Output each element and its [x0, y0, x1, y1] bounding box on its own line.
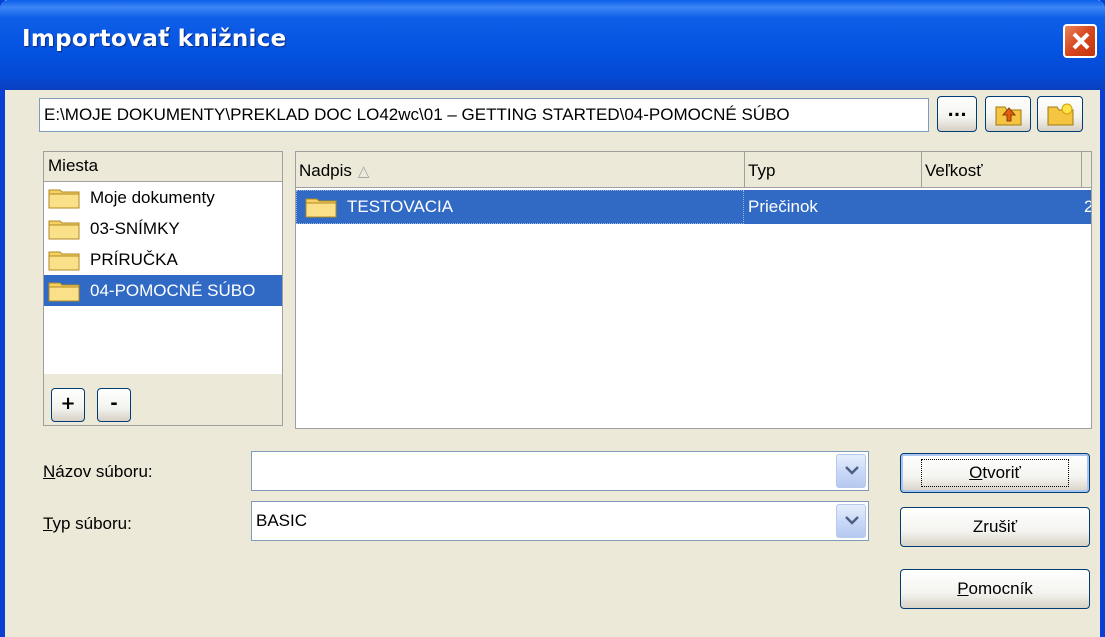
places-footer: + -	[44, 374, 282, 425]
column-header-name[interactable]: Nadpis △	[296, 152, 745, 188]
place-label: PRÍRUČKA	[90, 249, 178, 269]
file-name: TESTOVACIA	[347, 197, 454, 216]
new-folder-icon	[1047, 103, 1074, 126]
place-item-moje-dokumenty[interactable]: Moje dokumenty	[44, 182, 282, 213]
help-button[interactable]: Pomocník	[900, 569, 1090, 609]
browse-button[interactable]: ...	[937, 96, 977, 132]
places-header: Miesta	[44, 152, 282, 182]
title-bar[interactable]: Importovať knižnice	[0, 0, 1105, 90]
file-name-cell: TESTOVACIA	[296, 190, 744, 224]
open-button[interactable]: Otvoriť	[900, 453, 1090, 493]
folder-icon	[48, 187, 80, 209]
folder-icon	[305, 196, 337, 218]
folder-icon	[48, 218, 80, 240]
folder-up-button[interactable]	[985, 96, 1031, 132]
filename-dropdown-button[interactable]	[836, 454, 866, 488]
folder-up-icon	[995, 106, 1022, 126]
folder-icon	[48, 280, 80, 302]
add-place-button[interactable]: +	[51, 388, 85, 422]
place-label: Moje dokumenty	[90, 187, 215, 207]
chevron-down-icon	[845, 466, 859, 475]
column-header-date[interactable]	[1082, 152, 1091, 188]
filetype-label: Typ súboru:	[43, 514, 132, 533]
sort-ascending-icon: △	[357, 163, 370, 180]
folder-icon	[48, 249, 80, 271]
cancel-button[interactable]: Zrušiť	[900, 507, 1090, 547]
dialog-body: E:\MOJE DOKUMENTY\PREKLAD DOC LO42wc\01 …	[5, 90, 1100, 637]
file-type: Priečinok	[748, 197, 818, 216]
column-header-size[interactable]: Veľkosť	[922, 152, 1082, 188]
filetype-combobox[interactable]: BASIC	[251, 501, 869, 541]
filename-combobox[interactable]	[251, 451, 869, 491]
remove-place-button[interactable]: -	[97, 388, 131, 422]
import-libraries-dialog: Importovať knižnice E:\MOJE DOKUMENTY\PR…	[0, 0, 1105, 637]
place-label: 03-SNÍMKY	[90, 218, 180, 238]
filetype-dropdown-button[interactable]	[836, 504, 866, 538]
path-field[interactable]: E:\MOJE DOKUMENTY\PREKLAD DOC LO42wc\01 …	[39, 98, 929, 132]
new-folder-button[interactable]	[1037, 96, 1083, 132]
table-row[interactable]: TESTOVACIA Priečinok 2	[296, 190, 1091, 224]
place-item-prirucka[interactable]: PRÍRUČKA	[44, 244, 282, 275]
place-item-03-snimky[interactable]: 03-SNÍMKY	[44, 213, 282, 244]
place-item-04-pomocne-subory[interactable]: 04-POMOCNÉ SÚBO	[44, 275, 282, 306]
place-label: 04-POMOCNÉ SÚBO	[90, 280, 256, 300]
places-panel: Miesta Moje dokumenty 03-SNÍMKY PRÍRUČKA…	[43, 151, 283, 426]
file-date: 2	[1084, 190, 1091, 224]
column-header-type[interactable]: Typ	[745, 152, 922, 188]
close-button[interactable]	[1063, 24, 1097, 58]
chevron-down-icon	[845, 516, 859, 525]
file-list: Nadpis △ Typ Veľkosť TESTOVACIA Priečinok…	[295, 151, 1092, 429]
window-title: Importovať knižnice	[22, 26, 287, 52]
filename-label: Názov súboru:	[43, 462, 153, 481]
filetype-value: BASIC	[256, 511, 308, 530]
